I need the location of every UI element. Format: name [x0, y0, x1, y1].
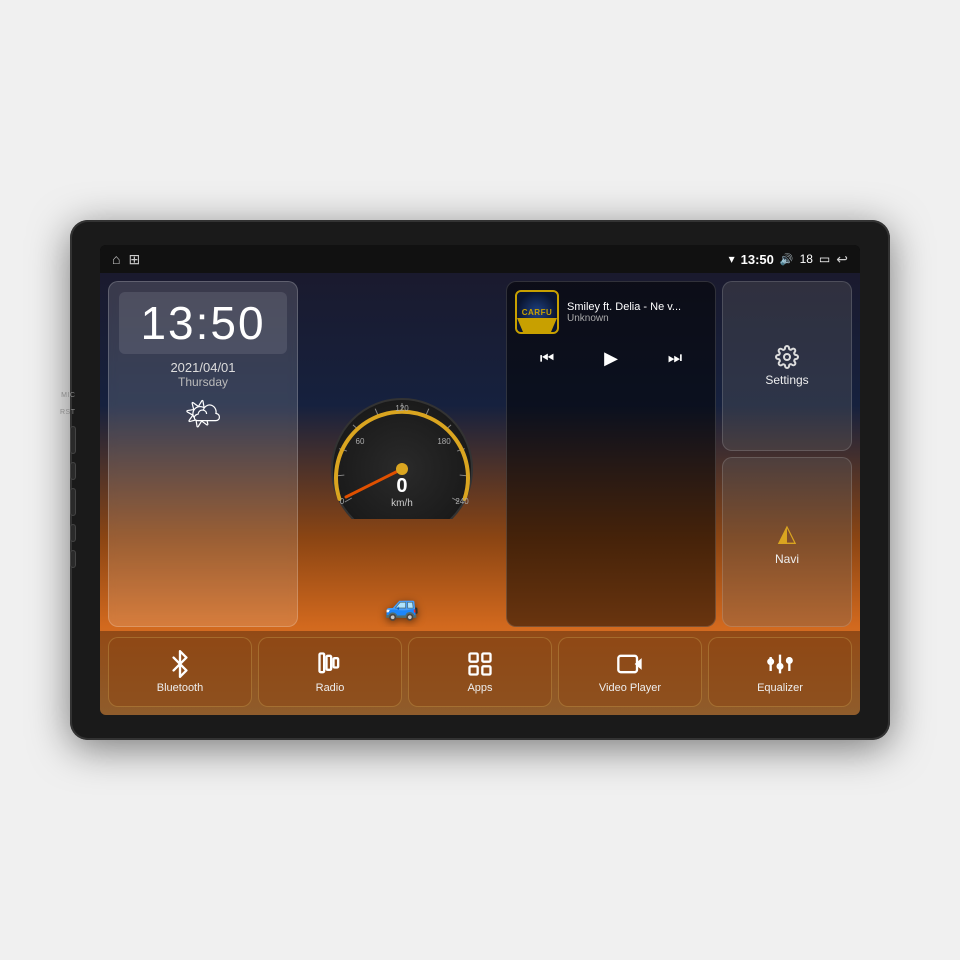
mic-label: MIC [61, 392, 75, 399]
back-side-button[interactable] [70, 488, 76, 516]
battery-icon: ▭ [819, 252, 830, 266]
svg-text:120: 120 [395, 404, 409, 413]
music-info: Smiley ft. Delia - Ne v... Unknown [567, 301, 707, 324]
action-buttons: Settings ◭ Navi [722, 281, 852, 627]
main-content-area: 13:50 2021/04/01 Thursday 🌤 [100, 273, 860, 715]
speedo-container: 0 60 120 180 240 0 km/h [322, 389, 482, 519]
volume-level: 18 [800, 252, 813, 266]
video-icon [616, 650, 644, 678]
app-switcher-icon[interactable]: ⊞ [128, 251, 140, 268]
next-button[interactable]: ⏭ [664, 346, 686, 372]
car-stereo-device: MIC RST ⌂ ⊞ ▾ 13:50 🔊 18 ▭ ↩ [70, 220, 890, 740]
bluetooth-icon [166, 650, 194, 678]
video-player-label: Video Player [599, 682, 661, 694]
music-artist: Unknown [567, 313, 707, 324]
apps-grid-icon [466, 650, 494, 678]
play-button[interactable]: ▶ [600, 344, 622, 373]
status-bar: ⌂ ⊞ ▾ 13:50 🔊 18 ▭ ↩ [100, 245, 860, 273]
navi-icon: ◭ [778, 519, 796, 548]
navi-label: Navi [775, 552, 799, 566]
clock-time-display: 13:50 [119, 292, 287, 354]
svg-text:0: 0 [340, 497, 345, 506]
radio-label: Radio [316, 682, 345, 694]
power-button[interactable] [70, 426, 76, 454]
speaker-icon: 🔊 [780, 253, 794, 266]
equalizer-label: Equalizer [757, 682, 803, 694]
carfu-logo-text: CARFU [522, 308, 553, 317]
main-screen: ⌂ ⊞ ▾ 13:50 🔊 18 ▭ ↩ 13:50 2021/04/01 Th… [100, 245, 860, 715]
apps-button[interactable]: Apps [408, 637, 552, 707]
settings-icon [775, 345, 799, 369]
radio-button[interactable]: Radio [258, 637, 402, 707]
bluetooth-label: Bluetooth [157, 682, 203, 694]
weather-widget: 🌤 [119, 397, 287, 432]
bluetooth-button[interactable]: Bluetooth [108, 637, 252, 707]
music-title: Smiley ft. Delia - Ne v... [567, 301, 707, 313]
road-scene: 🚙 [304, 557, 500, 627]
vol-down-button[interactable] [70, 524, 76, 542]
settings-button[interactable]: Settings [722, 281, 852, 451]
navi-button[interactable]: ◭ Navi [722, 457, 852, 627]
widgets-row: 13:50 2021/04/01 Thursday 🌤 [100, 273, 860, 631]
wifi-icon: ▾ [729, 252, 735, 266]
vol-up-button[interactable] [70, 550, 76, 568]
svg-text:240: 240 [455, 497, 469, 506]
speedometer-widget: 0 60 120 180 240 0 km/h 🚙 [304, 281, 500, 627]
equalizer-button[interactable]: Equalizer [708, 637, 852, 707]
weather-icon: 🌤 [184, 397, 222, 432]
home-side-button[interactable] [70, 462, 76, 480]
rst-label: RST [60, 409, 76, 416]
home-icon[interactable]: ⌂ [112, 251, 120, 267]
clock-widget: 13:50 2021/04/01 Thursday 🌤 [108, 281, 298, 627]
speed-value: 0 km/h [391, 475, 413, 509]
svg-text:60: 60 [356, 437, 365, 446]
music-info-row: CARFU Smiley ft. Delia - Ne v... Unknown [515, 290, 707, 334]
radio-icon [316, 650, 344, 678]
back-icon[interactable]: ↩ [836, 251, 848, 268]
settings-label: Settings [765, 373, 808, 387]
apps-bar: Bluetooth Radio [100, 631, 860, 715]
equalizer-icon [766, 650, 794, 678]
prev-button[interactable]: ⏮ [536, 346, 558, 372]
apps-label: Apps [467, 682, 492, 694]
car-icon: 🚙 [385, 589, 420, 622]
music-controls: ⏮ ▶ ⏭ [515, 340, 707, 377]
svg-text:180: 180 [437, 437, 451, 446]
status-time: 13:50 [741, 252, 774, 267]
clock-day: Thursday [119, 375, 287, 389]
music-widget: CARFU Smiley ft. Delia - Ne v... Unknown… [506, 281, 716, 627]
video-player-button[interactable]: Video Player [558, 637, 702, 707]
clock-date: 2021/04/01 [119, 360, 287, 375]
side-controls: MIC RST [60, 392, 76, 568]
album-art: CARFU [515, 290, 559, 334]
